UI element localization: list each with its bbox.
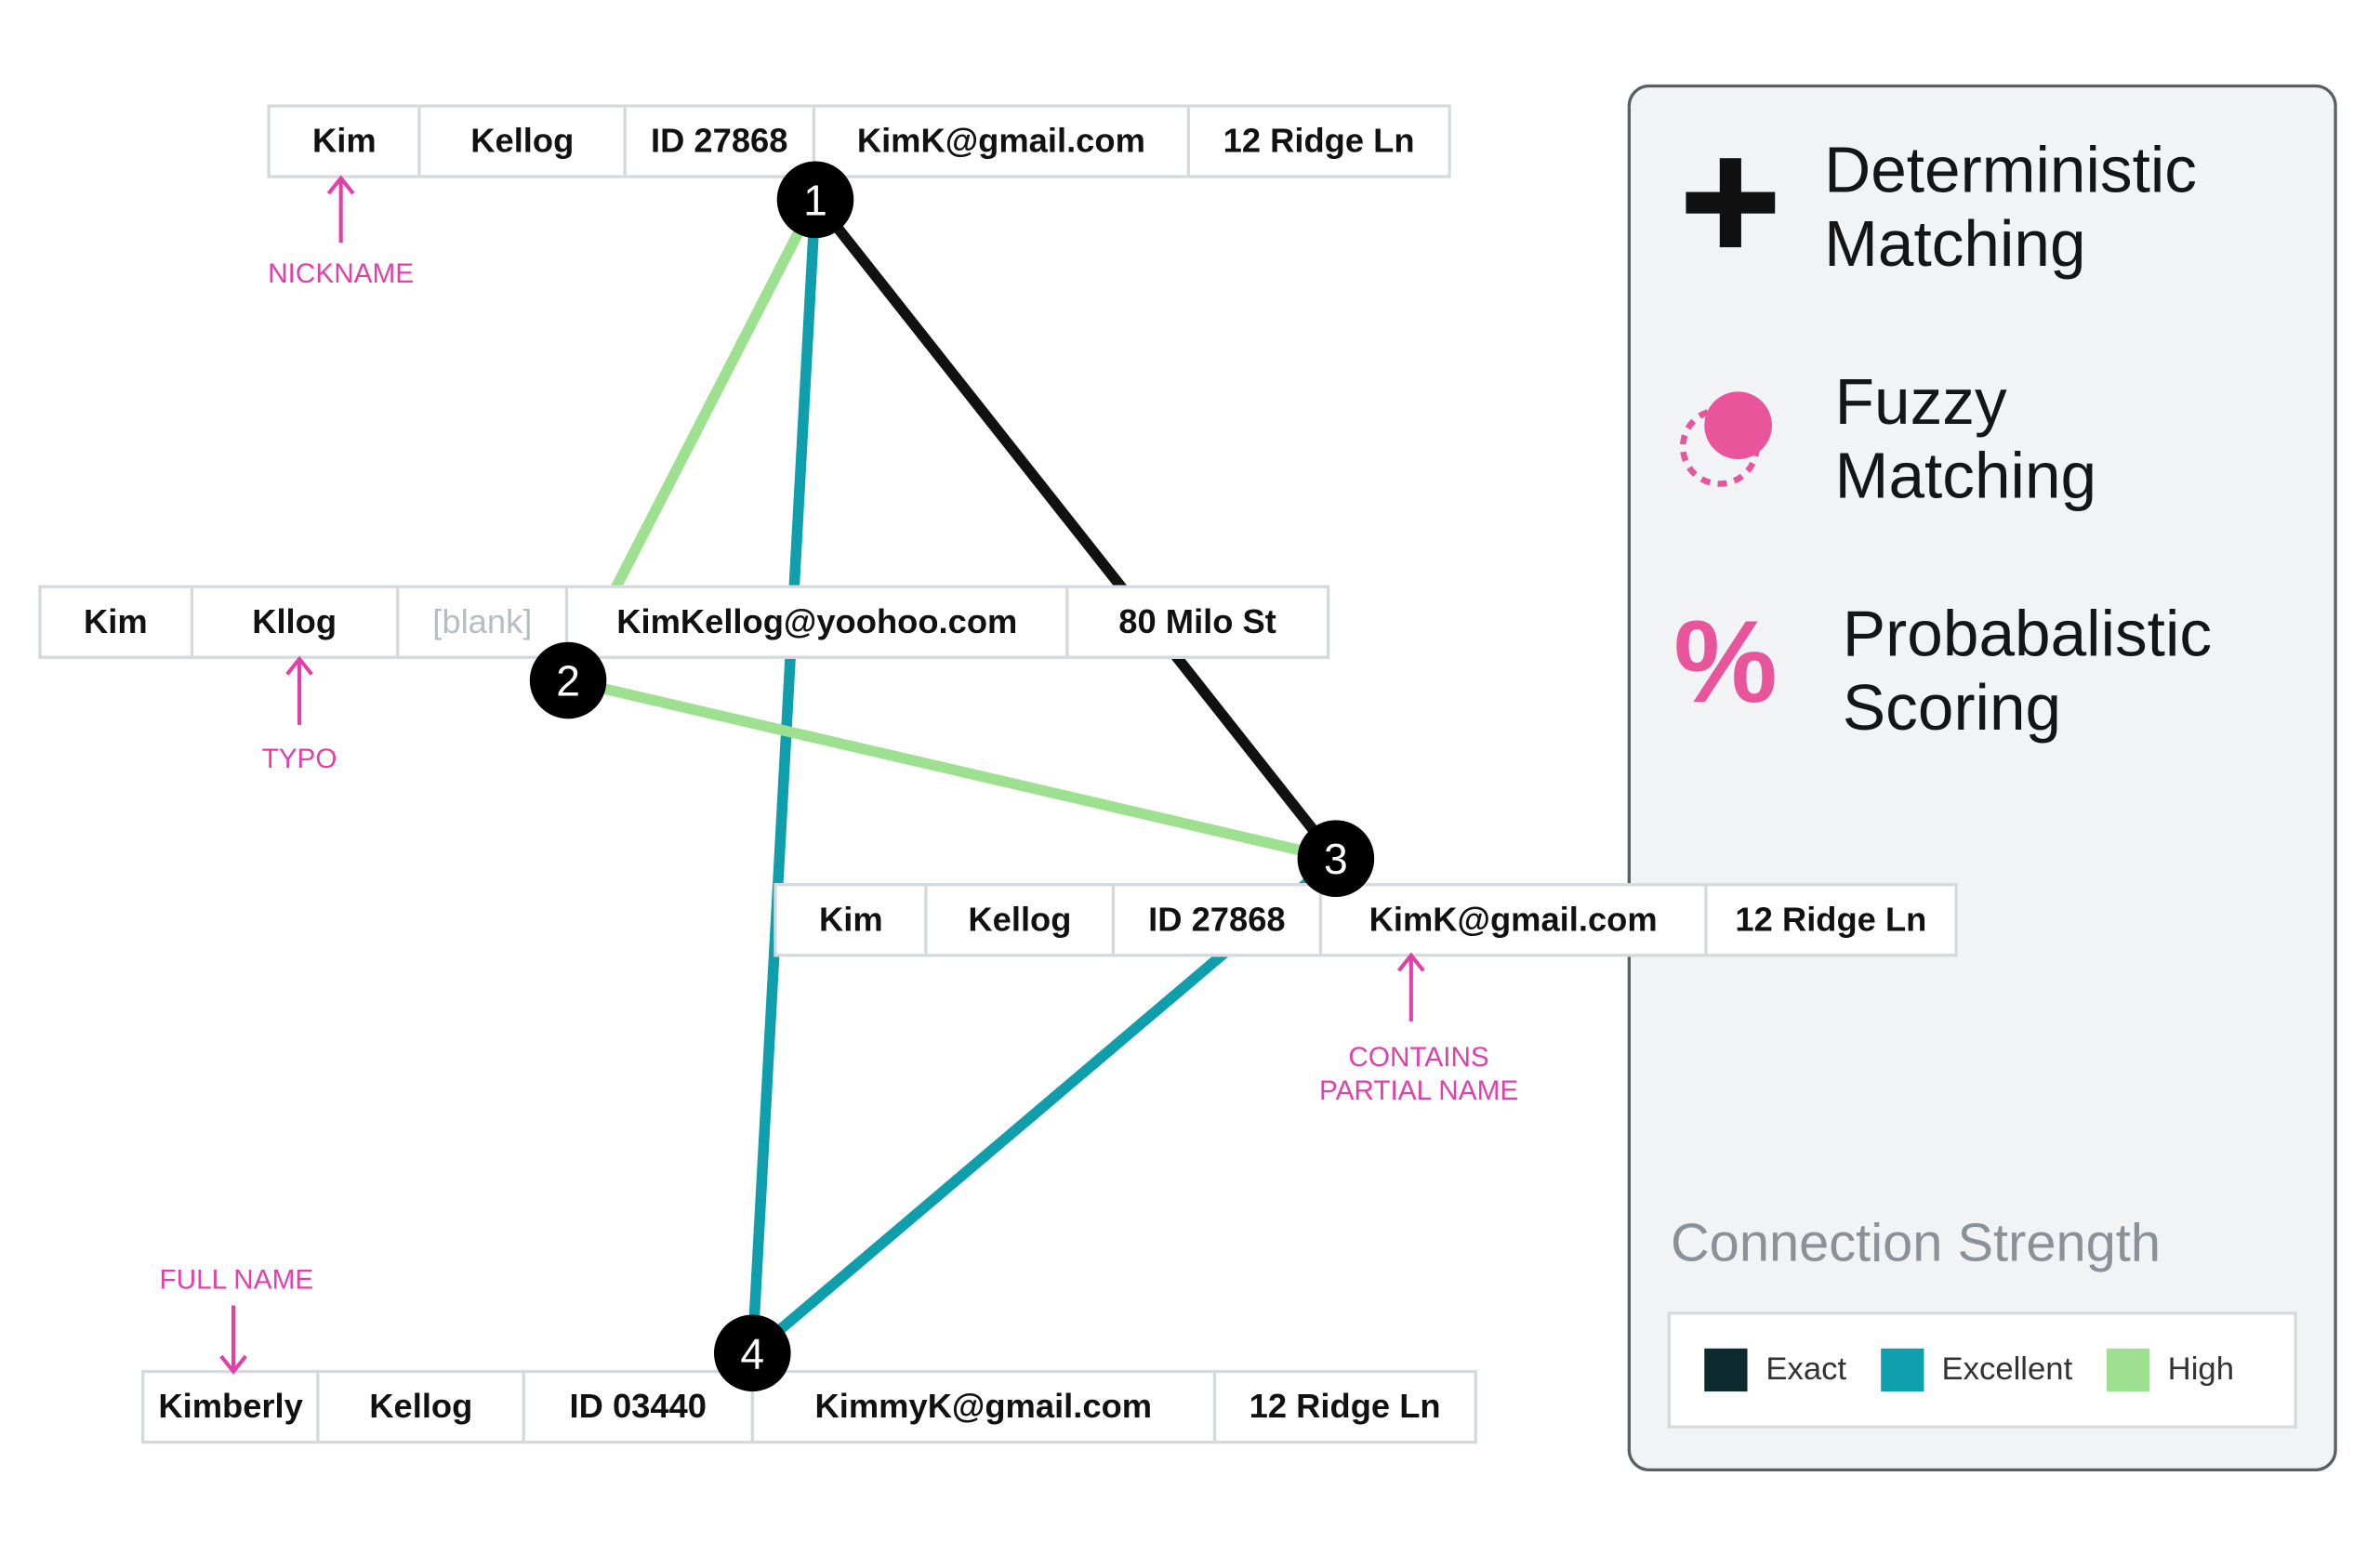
nickname-annotation: NICKNAME <box>268 257 415 289</box>
address-cell: 12 Ridge Ln <box>1249 1387 1441 1426</box>
address-cell: 12 Ridge Ln <box>1223 121 1415 160</box>
email-cell: KimKellog@yoohoo.com <box>569 587 1069 656</box>
last-name-cell: Kllog <box>192 587 400 656</box>
full-name-annotation: FULL NAME <box>159 1263 314 1295</box>
address-cell: 80 Milo St <box>1118 601 1276 641</box>
email-cell: KimmyK@gmail.com <box>754 1373 1216 1441</box>
id-cell: ID 27868 <box>1115 886 1323 955</box>
email-cell: KimK@gmail.com <box>815 107 1190 176</box>
first-name-cell: Kim <box>42 587 193 656</box>
record-row-2: Kim Kllog [blank] KimKellog@yoohoo.com 8… <box>38 585 1330 659</box>
id-cell: [blank] <box>399 587 569 656</box>
email-cell: KimK@gmail.com <box>1322 886 1708 955</box>
record-row-3: Kim Kellog ID 27868 KimK@gmail.com 12 Ri… <box>774 883 1958 957</box>
last-name-cell: Kellog <box>421 107 627 176</box>
address-cell: 12 Ridge Ln <box>1735 900 1927 939</box>
first-name-cell: Kim <box>777 886 929 955</box>
last-name-cell: Kellog <box>320 1373 525 1441</box>
annotation-line: PARTIAL NAME <box>1318 1074 1519 1106</box>
first-name-cell: Kimberly <box>144 1373 321 1441</box>
typo-annotation: TYPO <box>261 743 337 774</box>
id-cell: ID 27868 <box>627 107 816 176</box>
id-cell: ID 03440 <box>525 1373 755 1441</box>
record-row-1: Kim Kellog ID 27868 KimK@gmail.com 12 Ri… <box>267 104 1451 178</box>
partial-name-annotation: CONTAINS PARTIAL NAME <box>1280 1040 1556 1108</box>
record-row-4: Kimberly Kellog ID 03440 KimmyK@gmail.co… <box>140 1369 1477 1444</box>
edge-1-4 <box>747 199 821 1354</box>
first-name-cell: Kim <box>271 107 422 176</box>
annotation-line: CONTAINS <box>1348 1041 1489 1073</box>
last-name-cell: Kellog <box>928 886 1115 955</box>
record-matching-diagram: Kim Kellog ID 27868 KimK@gmail.com 12 Ri… <box>0 0 2380 1542</box>
